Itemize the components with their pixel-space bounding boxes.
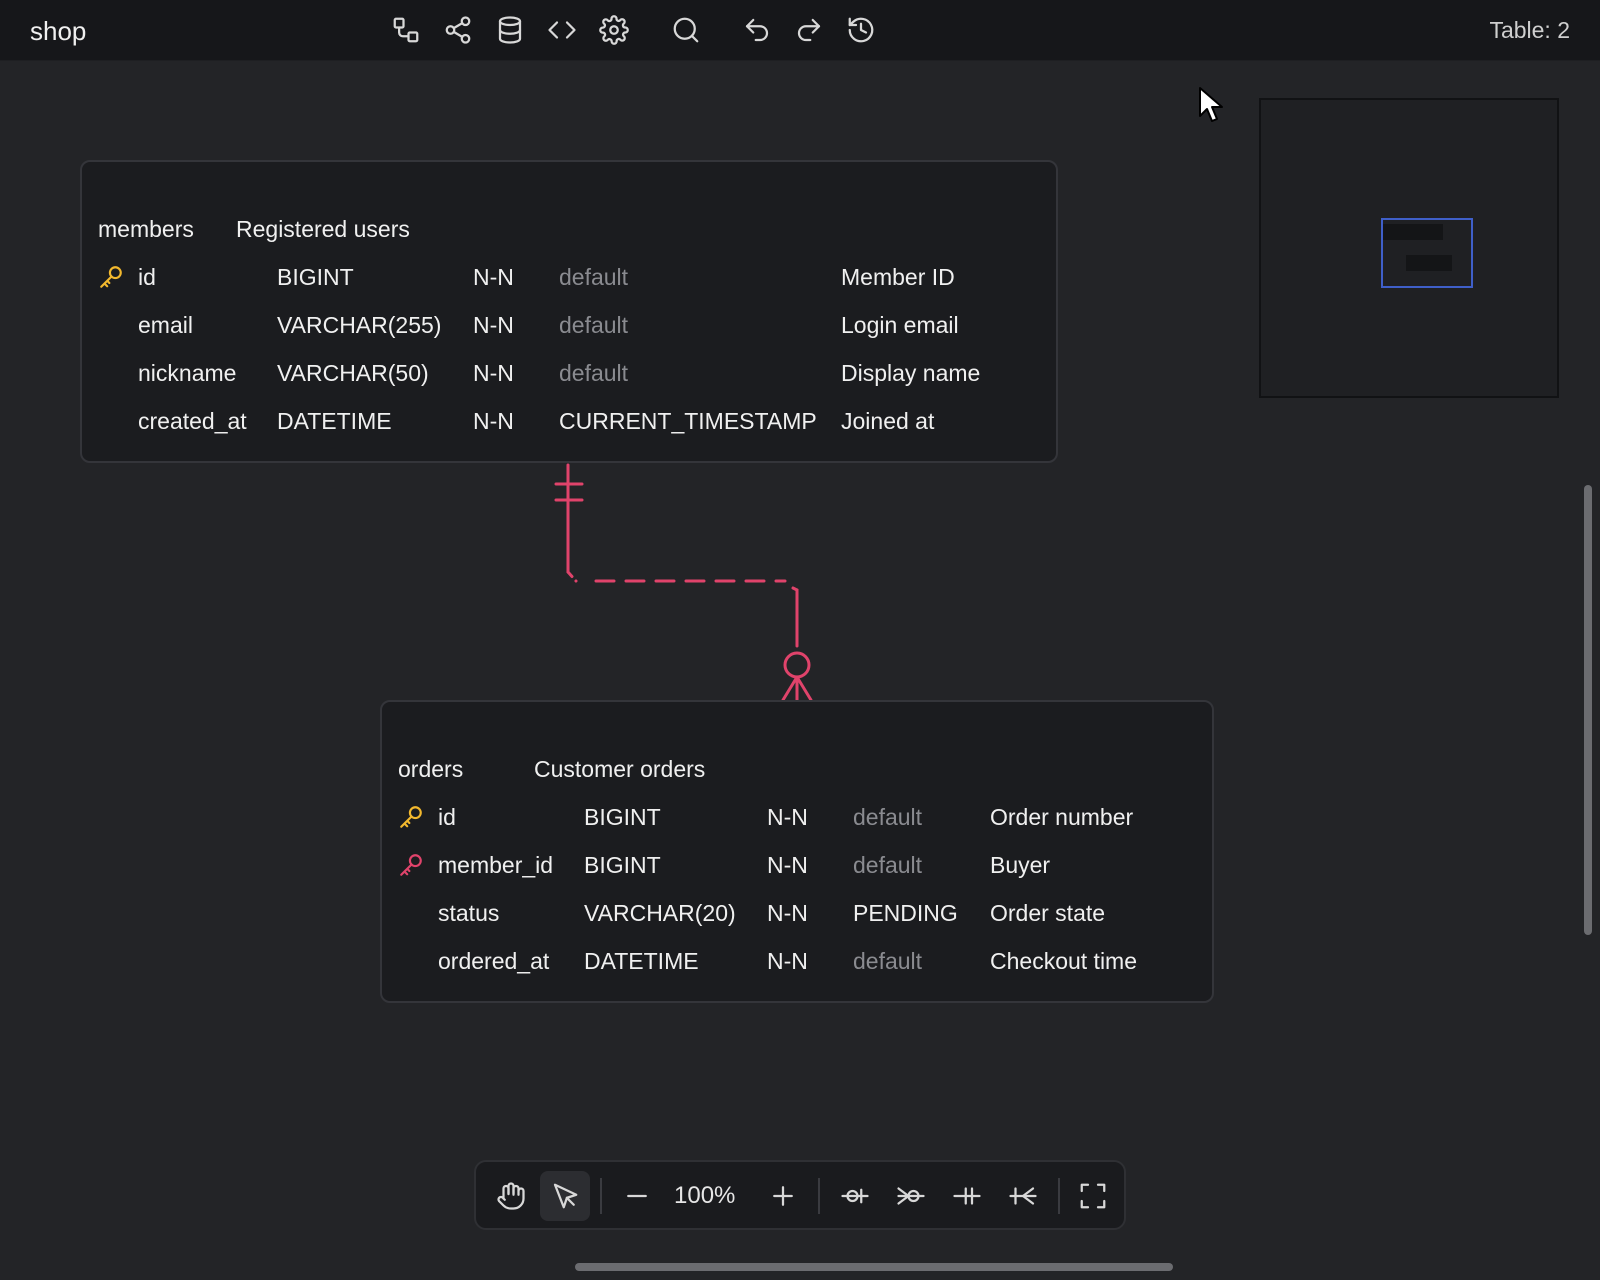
- column-default[interactable]: default: [559, 264, 628, 291]
- zero-many-icon[interactable]: [886, 1171, 936, 1221]
- column-type[interactable]: VARCHAR(20): [584, 900, 736, 927]
- column-default[interactable]: default: [559, 312, 628, 339]
- toolbar-divider: [1058, 1178, 1060, 1214]
- share-icon[interactable]: [441, 13, 475, 47]
- column-nullable[interactable]: N-N: [767, 852, 808, 879]
- column-nullable[interactable]: N-N: [767, 804, 808, 831]
- column-default[interactable]: default: [853, 852, 922, 879]
- column-nullable[interactable]: N-N: [473, 360, 514, 387]
- one-one-icon[interactable]: [942, 1171, 992, 1221]
- column-nullable[interactable]: N-N: [473, 264, 514, 291]
- vertical-scrollbar[interactable]: [1584, 485, 1592, 935]
- code-icon[interactable]: [545, 13, 579, 47]
- column-type[interactable]: VARCHAR(50): [277, 360, 429, 387]
- column-comment[interactable]: Joined at: [841, 408, 934, 435]
- table-name[interactable]: orders: [398, 756, 463, 783]
- column-nullable[interactable]: N-N: [767, 900, 808, 927]
- bottom-toolbar: 100%: [474, 1160, 1126, 1230]
- table-comment[interactable]: Customer orders: [534, 756, 705, 783]
- column-comment[interactable]: Login email: [841, 312, 959, 339]
- column-default[interactable]: PENDING: [853, 900, 958, 927]
- column-type[interactable]: BIGINT: [277, 264, 354, 291]
- minimap[interactable]: [1259, 98, 1559, 398]
- pointer-icon[interactable]: [540, 1171, 590, 1221]
- database-icon[interactable]: [493, 13, 527, 47]
- table-orders[interactable]: orders Customer orders id BIGINT N-N def…: [380, 700, 1214, 1003]
- column-nullable[interactable]: N-N: [473, 408, 514, 435]
- column-comment[interactable]: Member ID: [841, 264, 955, 291]
- top-bar: shop Table: 2: [0, 0, 1600, 61]
- relation-icon[interactable]: [389, 13, 423, 47]
- table-comment[interactable]: Registered users: [236, 216, 410, 243]
- primary-key-icon: [398, 804, 424, 830]
- erd-canvas[interactable]: members Registered users id BIGINT N-N d…: [0, 60, 1600, 1280]
- column-type[interactable]: VARCHAR(255): [277, 312, 441, 339]
- history-icon[interactable]: [844, 13, 878, 47]
- column-name[interactable]: ordered_at: [438, 948, 549, 975]
- one-many-icon[interactable]: [998, 1171, 1048, 1221]
- project-name: shop: [30, 16, 87, 46]
- toolbar-divider: [600, 1178, 602, 1214]
- primary-key-icon: [98, 264, 124, 290]
- column-type[interactable]: DATETIME: [277, 408, 392, 435]
- column-name[interactable]: created_at: [138, 408, 247, 435]
- column-name[interactable]: id: [438, 804, 456, 831]
- column-comment[interactable]: Checkout time: [990, 948, 1137, 975]
- foreign-key-icon: [398, 852, 424, 878]
- table-name[interactable]: members: [98, 216, 194, 243]
- gear-icon[interactable]: [597, 13, 631, 47]
- hand-icon[interactable]: [486, 1171, 536, 1221]
- column-type[interactable]: BIGINT: [584, 804, 661, 831]
- fullscreen-icon[interactable]: [1068, 1171, 1118, 1221]
- horizontal-scrollbar[interactable]: [575, 1263, 1173, 1271]
- zoom-out-icon[interactable]: [612, 1171, 662, 1221]
- column-type[interactable]: BIGINT: [584, 852, 661, 879]
- table-members[interactable]: members Registered users id BIGINT N-N d…: [80, 160, 1058, 463]
- column-nullable[interactable]: N-N: [473, 312, 514, 339]
- minimap-viewport[interactable]: [1381, 218, 1473, 288]
- search-icon[interactable]: [669, 13, 703, 47]
- column-default[interactable]: default: [853, 804, 922, 831]
- column-comment[interactable]: Order number: [990, 804, 1133, 831]
- zero-one-icon[interactable]: [830, 1171, 880, 1221]
- column-name[interactable]: id: [138, 264, 156, 291]
- column-comment[interactable]: Order state: [990, 900, 1105, 927]
- column-name[interactable]: nickname: [138, 360, 236, 387]
- column-default[interactable]: default: [559, 360, 628, 387]
- toolbar-divider: [818, 1178, 820, 1214]
- column-default[interactable]: default: [853, 948, 922, 975]
- zoom-in-icon[interactable]: [758, 1171, 808, 1221]
- table-count: Table: 2: [1489, 17, 1570, 43]
- undo-icon[interactable]: [740, 13, 774, 47]
- column-name[interactable]: status: [438, 900, 499, 927]
- column-comment[interactable]: Display name: [841, 360, 980, 387]
- column-comment[interactable]: Buyer: [990, 852, 1050, 879]
- mouse-cursor-icon: [1199, 87, 1223, 122]
- redo-icon[interactable]: [792, 13, 826, 47]
- column-default[interactable]: CURRENT_TIMESTAMP: [559, 408, 817, 435]
- column-nullable[interactable]: N-N: [767, 948, 808, 975]
- column-name[interactable]: member_id: [438, 852, 553, 879]
- column-type[interactable]: DATETIME: [584, 948, 699, 975]
- column-name[interactable]: email: [138, 312, 193, 339]
- zoom-level[interactable]: 100%: [674, 1182, 735, 1210]
